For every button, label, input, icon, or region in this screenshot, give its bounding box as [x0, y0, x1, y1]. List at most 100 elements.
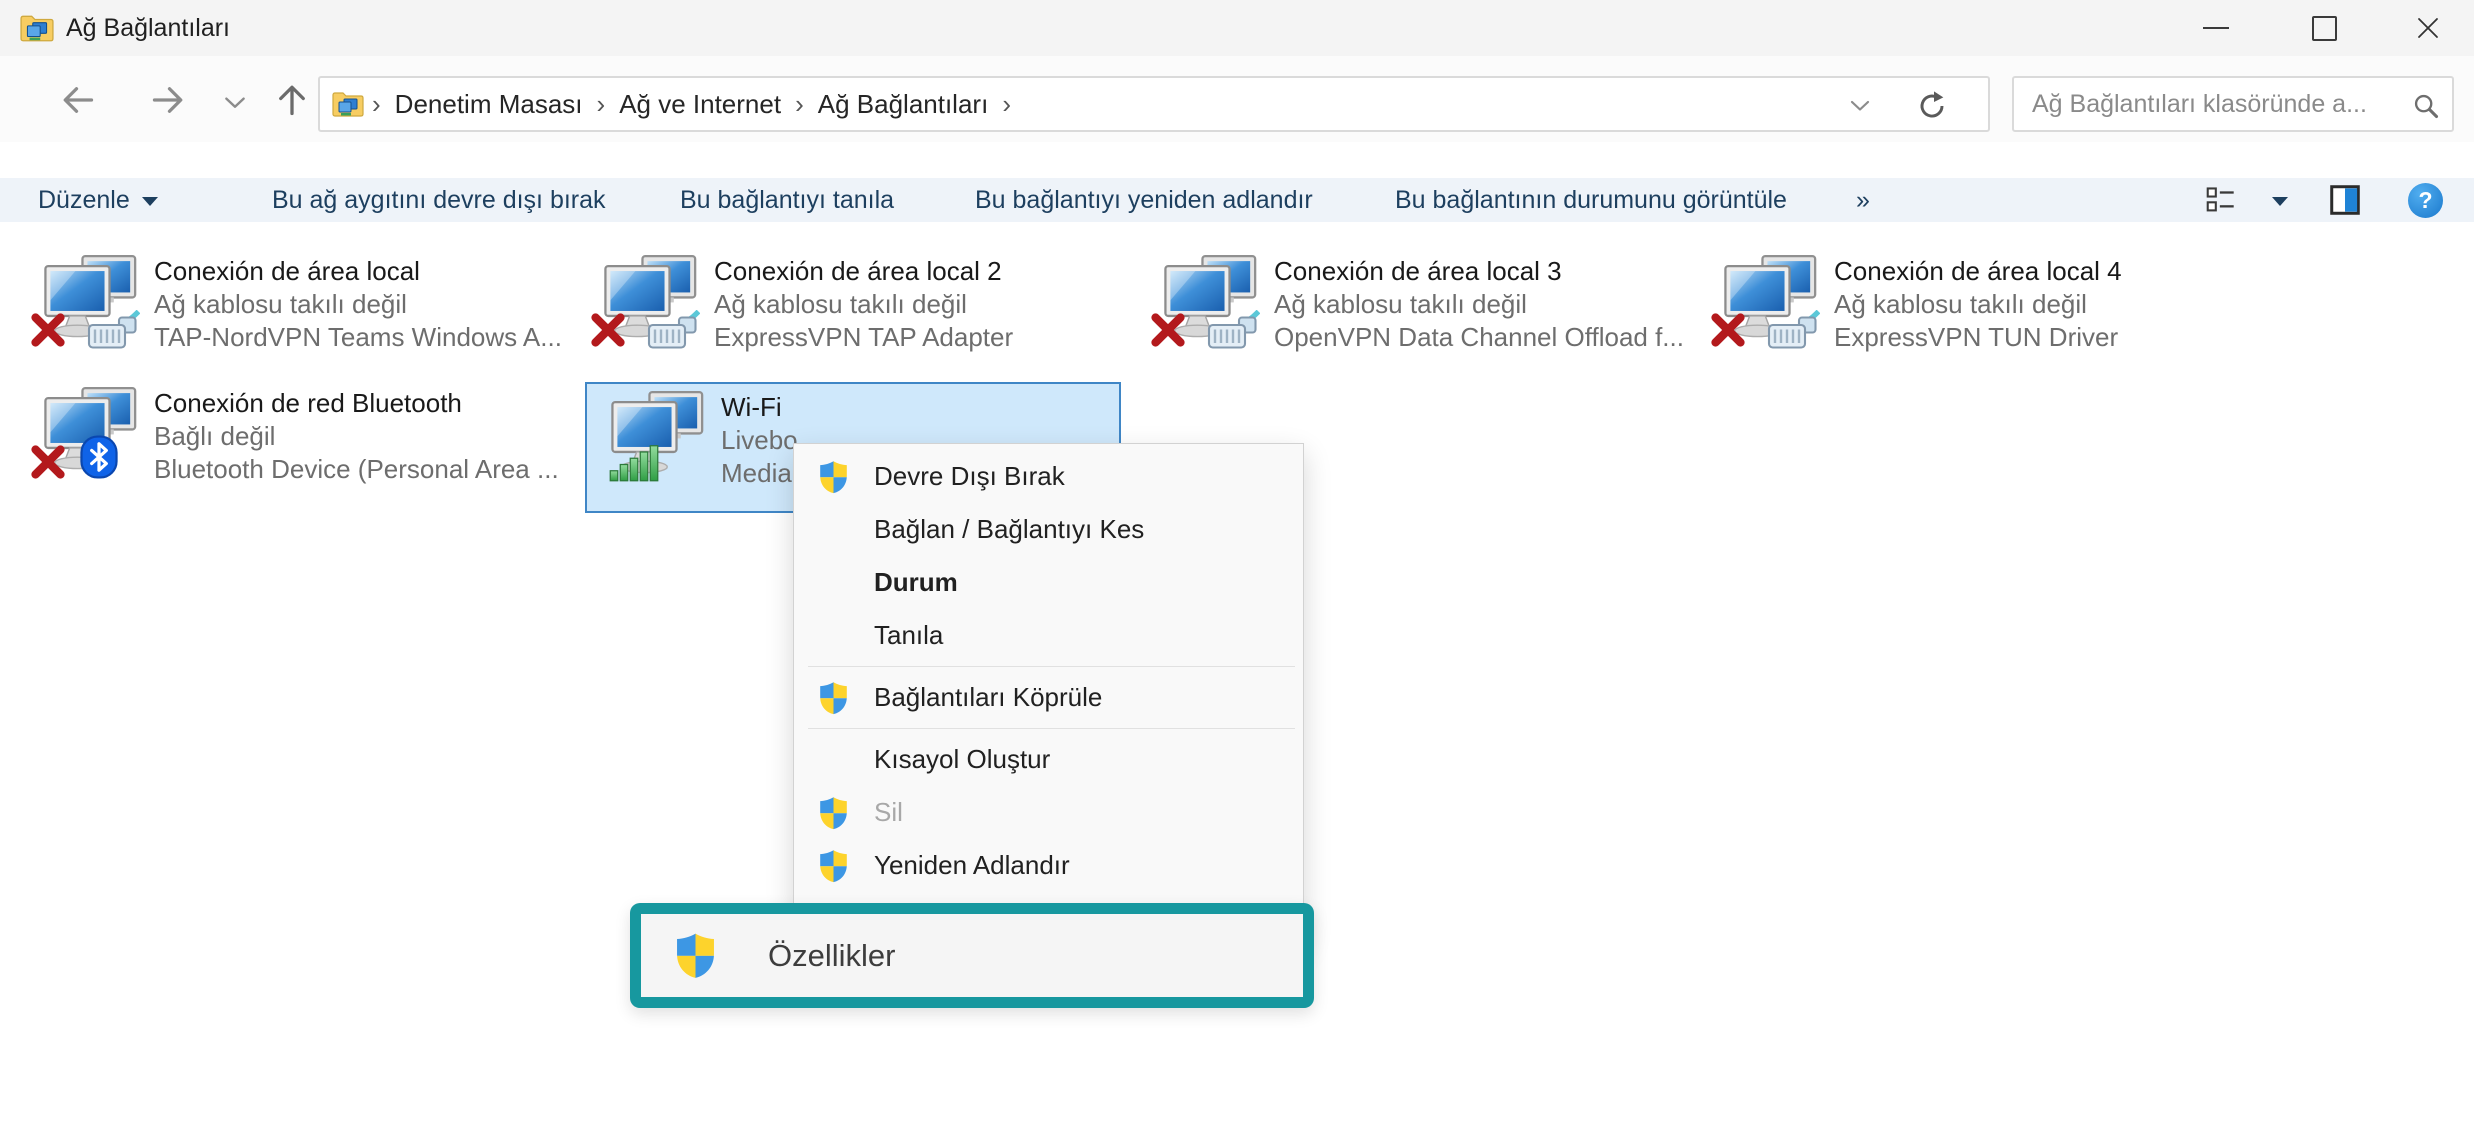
diagnose-command[interactable]: Bu bağlantıyı tanıla [680, 178, 894, 222]
view-status-command[interactable]: Bu bağlantının durumunu görüntüle [1395, 178, 1787, 222]
caret-down-icon [142, 197, 158, 206]
network-connections-window: { "window": { "title": "Ağ Bağlantıları"… [0, 0, 2474, 1130]
connection-device: Bluetooth Device (Personal Area ... [154, 453, 559, 486]
menu-item-label: Kısayol Oluştur [874, 744, 1050, 775]
connection-name: Conexión de área local [154, 255, 562, 288]
ethernet-plug-icon [86, 310, 140, 352]
network-folder-icon [20, 13, 54, 43]
help-button[interactable]: ? [2408, 183, 2443, 218]
menu-item-diagnose[interactable]: Tanıla [794, 609, 1303, 662]
connection-device: OpenVPN Data Channel Offload f... [1274, 321, 1684, 354]
breadcrumb-network-internet[interactable]: Ağ ve Internet [619, 89, 781, 120]
title-bar: Ağ Bağlantıları [0, 0, 2474, 56]
connection-device: Media [721, 457, 798, 490]
connection-item-local-3[interactable]: Conexión de área local 3 Ağ kablosu takı… [1150, 252, 1698, 378]
organize-menu-button[interactable]: Düzenle [38, 178, 158, 222]
breadcrumb-control-panel[interactable]: Denetim Masası [395, 89, 583, 120]
ethernet-plug-icon [646, 310, 700, 352]
ethernet-adapter-icon [1716, 254, 1828, 374]
menu-item-connect-disconnect[interactable]: Bağlan / Bağlantıyı Kes [794, 503, 1303, 556]
command-toolbar: Düzenle Bu ağ aygıtını devre dışı bırak … [0, 178, 2474, 222]
back-button[interactable] [60, 82, 96, 118]
connection-item-local-1[interactable]: Conexión de área local Ağ kablosu takılı… [30, 252, 578, 378]
ethernet-plug-icon [1206, 310, 1260, 352]
menu-item-status[interactable]: Durum [794, 556, 1303, 609]
connection-name: Conexión de red Bluetooth [154, 387, 559, 420]
change-view-icon[interactable] [2206, 185, 2236, 215]
menu-item-rename[interactable]: Yeniden Adlandır [794, 839, 1303, 892]
maximize-icon [2312, 16, 2337, 41]
connection-name: Conexión de área local 4 [1834, 255, 2122, 288]
uac-shield-icon [818, 796, 849, 830]
menu-item-label: Tanıla [874, 620, 943, 651]
menu-item-label: Devre Dışı Bırak [874, 461, 1065, 492]
connection-name: Conexión de área local 2 [714, 255, 1013, 288]
breadcrumb-chevron-icon: › [1002, 89, 1011, 120]
connection-status: Ağ kablosu takılı değil [714, 288, 1013, 321]
rename-command[interactable]: Bu bağlantıyı yeniden adlandır [975, 178, 1313, 222]
menu-item-bridge-connections[interactable]: Bağlantıları Köprüle [794, 671, 1303, 724]
bluetooth-adapter-icon [36, 386, 148, 506]
maximize-button[interactable] [2288, 0, 2360, 56]
network-folder-icon [332, 90, 364, 118]
menu-item-label: Durum [874, 567, 958, 598]
breadcrumb-chevron-icon: › [795, 89, 804, 120]
menu-separator [808, 728, 1295, 729]
window-title: Ağ Bağlantıları [66, 0, 230, 56]
connection-device: ExpressVPN TAP Adapter [714, 321, 1013, 354]
address-dropdown-chevron[interactable] [1848, 94, 1872, 118]
uac-shield-icon [818, 681, 849, 715]
address-bar[interactable]: › Denetim Masası › Ağ ve Internet › Ağ B… [318, 76, 1990, 132]
menu-item-create-shortcut[interactable]: Kısayol Oluştur [794, 733, 1303, 786]
minimize-icon [2203, 27, 2229, 29]
menu-separator [808, 666, 1295, 667]
forward-button[interactable] [150, 82, 186, 118]
search-input[interactable] [2030, 89, 2384, 120]
red-x-icon [30, 312, 66, 348]
disable-device-command[interactable]: Bu ağ aygıtını devre dışı bırak [272, 178, 606, 222]
breadcrumb-chevron-icon: › [597, 89, 606, 120]
wifi-adapter-icon [603, 390, 715, 510]
red-x-icon [1710, 312, 1746, 348]
ethernet-plug-icon [1766, 310, 1820, 352]
minimize-button[interactable] [2180, 0, 2252, 56]
connection-item-bluetooth[interactable]: Conexión de red Bluetooth Bağlı değil Bl… [30, 384, 578, 510]
wifi-signal-icon [609, 442, 659, 482]
menu-item-disable[interactable]: Devre Dışı Bırak [794, 450, 1303, 503]
connection-status: Ağ kablosu takılı değil [1274, 288, 1684, 321]
navigation-bar: › Denetim Masası › Ağ ve Internet › Ağ B… [0, 56, 2474, 142]
recent-locations-chevron[interactable] [222, 90, 248, 116]
ethernet-adapter-icon [36, 254, 148, 374]
search-box [2012, 76, 2454, 132]
uac-shield-icon [818, 460, 849, 494]
refresh-icon[interactable] [1916, 90, 1948, 122]
close-button[interactable] [2392, 0, 2464, 56]
connection-name: Conexión de área local 3 [1274, 255, 1684, 288]
ethernet-adapter-icon [596, 254, 708, 374]
red-x-icon [1150, 312, 1186, 348]
breadcrumb-network-connections[interactable]: Ağ Bağlantıları [818, 89, 989, 120]
connection-status: Bağlı değil [154, 420, 559, 453]
menu-item-label: Bağlantıları Köprüle [874, 682, 1102, 713]
up-button[interactable] [274, 82, 310, 118]
search-icon [2412, 92, 2440, 120]
connection-status: Ağ kablosu takılı değil [1834, 288, 2122, 321]
preview-pane-icon[interactable] [2330, 185, 2360, 215]
connection-status: Livebo [721, 424, 798, 457]
context-menu: Devre Dışı Bırak Bağlan / Bağlantıyı Kes… [793, 443, 1304, 943]
connection-device: ExpressVPN TUN Driver [1834, 321, 2122, 354]
connection-status: Ağ kablosu takılı değil [154, 288, 562, 321]
connection-device: TAP-NordVPN Teams Windows A... [154, 321, 562, 354]
connection-item-local-2[interactable]: Conexión de área local 2 Ağ kablosu takı… [590, 252, 1138, 378]
ethernet-adapter-icon [1156, 254, 1268, 374]
menu-item-properties-highlighted[interactable]: Özellikler [630, 903, 1314, 1008]
connection-item-local-4[interactable]: Conexión de área local 4 Ağ kablosu takı… [1710, 252, 2258, 378]
menu-item-label: Sil [874, 797, 903, 828]
toolbar-overflow-button[interactable]: » [1856, 178, 1870, 222]
menu-item-label: Bağlan / Bağlantıyı Kes [874, 514, 1144, 545]
uac-shield-icon [818, 849, 849, 883]
view-dropdown-caret-icon[interactable] [2272, 197, 2288, 206]
red-x-icon [590, 312, 626, 348]
connection-name: Wi-Fi [721, 391, 798, 424]
red-x-icon [30, 444, 66, 480]
